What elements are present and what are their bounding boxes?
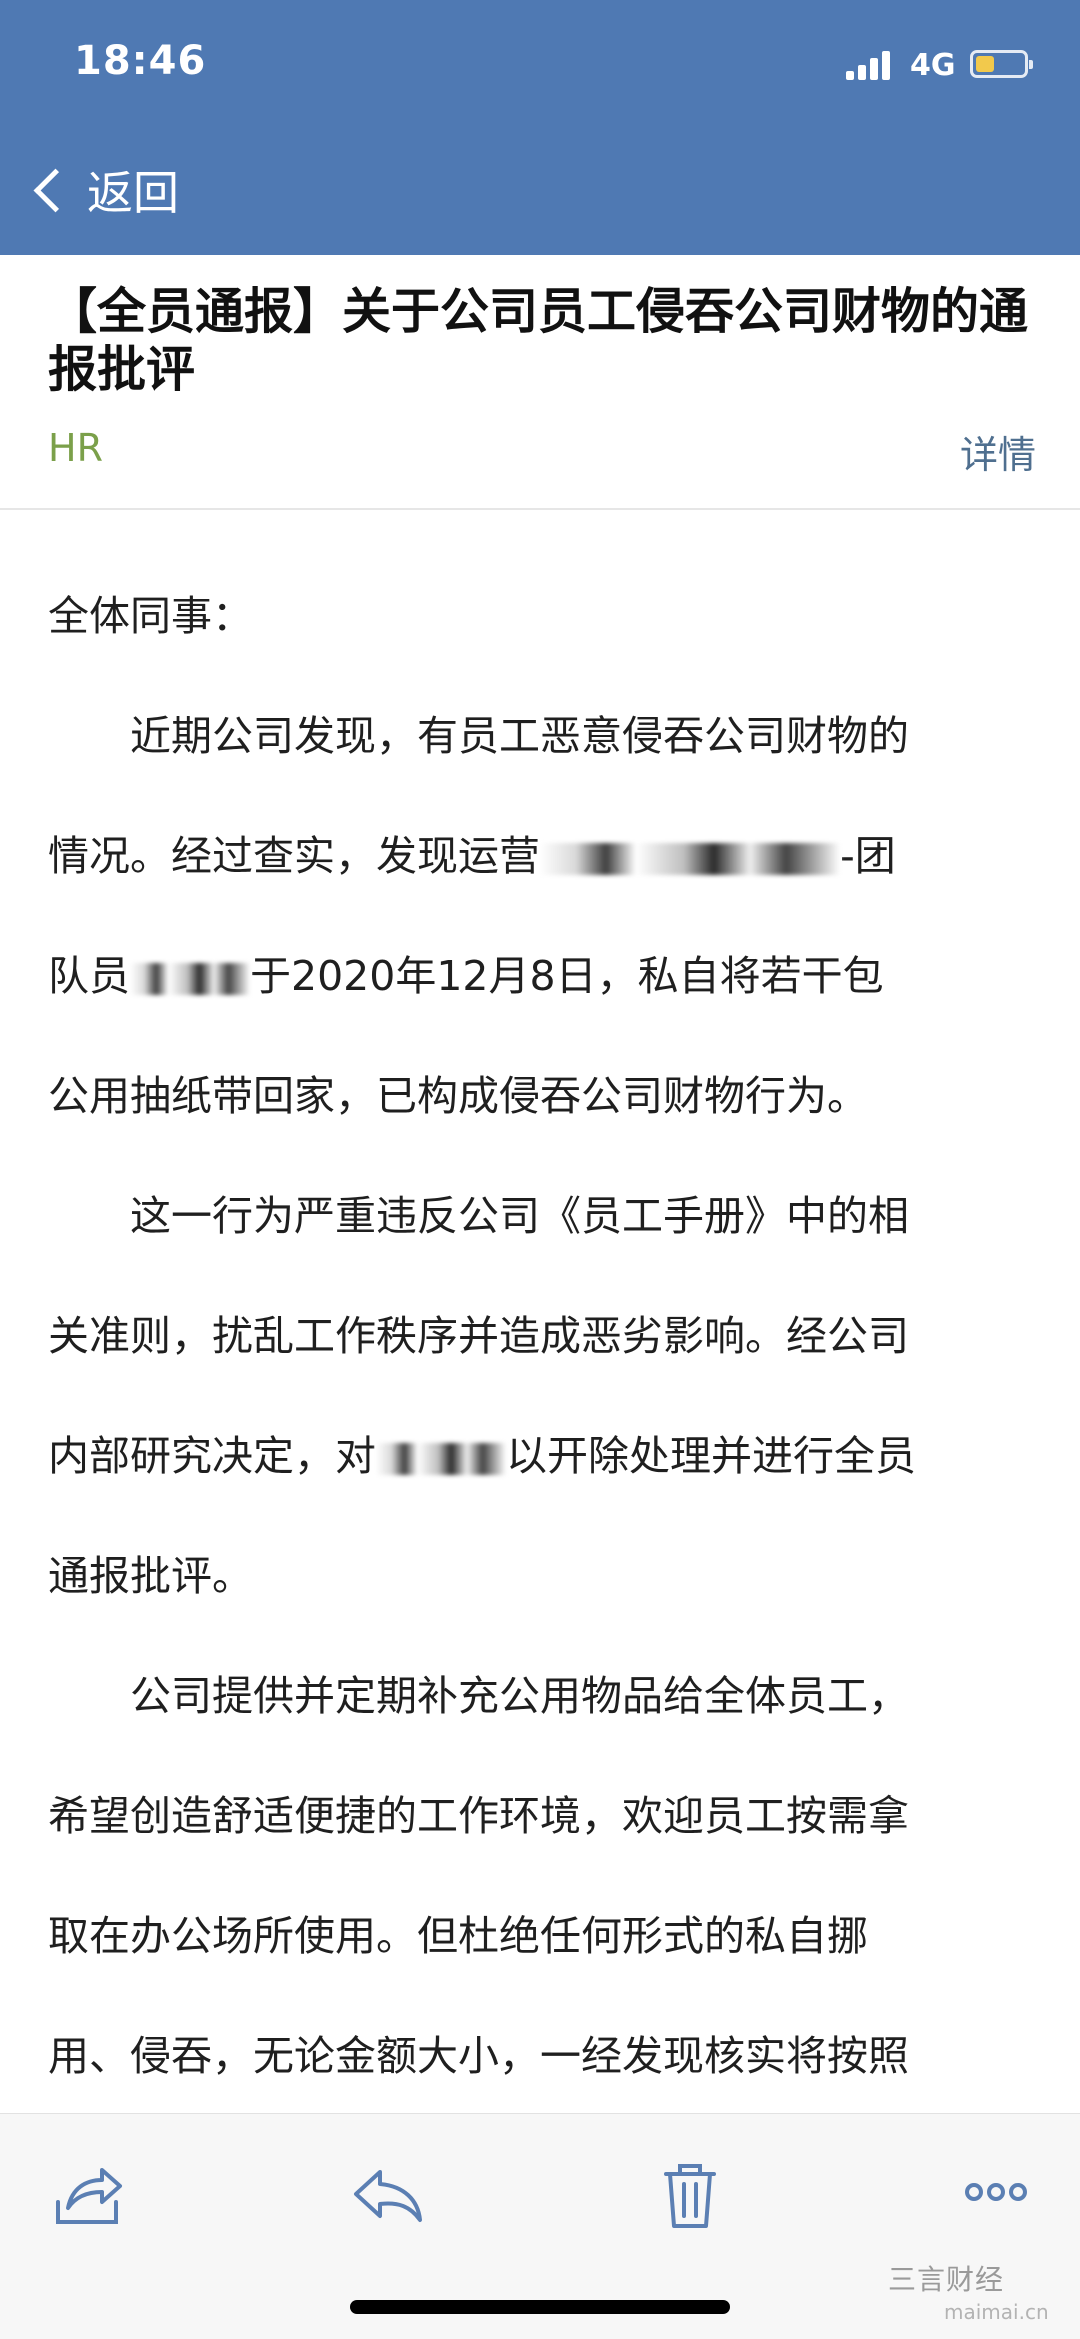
forward-icon[interactable] — [38, 2144, 134, 2240]
network-type: 4G — [910, 48, 956, 83]
home-indicator[interactable] — [350, 2300, 730, 2314]
body-text: 于2020年12月8日，私自将若干包 — [250, 952, 884, 1000]
body-text: 情况。经过查实，发现运营 — [48, 832, 540, 880]
divider — [0, 508, 1080, 510]
body-line: 关准则，扰乱工作秩序并造成恶劣影响。经公司 — [48, 1312, 909, 1360]
body-line: 队员 于2020年12月8日，私自将若干包 — [48, 916, 1048, 1036]
body-text: 以开除处理并进行全员 — [506, 1432, 916, 1480]
body-text: 内部研究决定，对 — [48, 1432, 376, 1480]
body-line: 取在办公场所使用。但杜绝任何形式的私自挪 — [48, 1912, 868, 1960]
trash-icon[interactable] — [642, 2144, 738, 2240]
back-label: 返回 — [87, 166, 179, 220]
back-button[interactable]: 返回 — [28, 155, 179, 225]
redacted-block — [540, 843, 840, 875]
watermark-sub-text: maimai.cn — [944, 2300, 1049, 2324]
body-line: 公司提供并定期补充公用物品给全体员工， — [130, 1672, 909, 1720]
body-line: 情况。经过查实，发现运营 -团 — [48, 796, 1048, 916]
signal-icon — [846, 50, 896, 80]
email-body: 全体同事： 近期公司发现，有员工恶意侵吞公司财物的 情况。经过查实，发现运营 -团… — [48, 556, 1048, 2116]
app-header: 18:46 4G 返回 — [0, 0, 1080, 255]
body-line: 用、侵吞，无论金额大小，一经发现核实将按照 — [48, 2032, 909, 2080]
more-icon[interactable] — [948, 2144, 1044, 2240]
redacted-block — [376, 1443, 506, 1475]
body-line: 这一行为严重违反公司《员工手册》中的相 — [130, 1192, 909, 1240]
watermark-logo-text: 三言财经 — [888, 2263, 1005, 2296]
email-detail-screen: 18:46 4G 返回 【全员通报】关于公司员工侵吞公司财物的通报批评 HR 详… — [0, 0, 1080, 2339]
chevron-left-icon — [33, 168, 78, 212]
reply-icon[interactable] — [340, 2144, 436, 2240]
body-line: 通报批评。 — [48, 1552, 253, 1600]
details-link[interactable]: 详情 — [960, 424, 1036, 479]
body-text: -团 — [840, 832, 896, 880]
redacted-block — [130, 963, 250, 995]
body-line: 内部研究决定，对 以开除处理并进行全员 — [48, 1396, 1048, 1516]
body-greeting: 全体同事： — [48, 592, 253, 640]
email-sender[interactable]: HR — [48, 426, 103, 470]
body-text: 队员 — [48, 952, 130, 1000]
body-line: 希望创造舒适便捷的工作环境，欢迎员工按需拿 — [48, 1792, 909, 1840]
body-line: 近期公司发现，有员工恶意侵吞公司财物的 — [130, 712, 909, 760]
email-title: 【全员通报】关于公司员工侵吞公司财物的通报批评 — [48, 283, 1029, 398]
status-time: 18:46 — [74, 38, 207, 84]
battery-icon — [970, 50, 1033, 78]
body-line: 公用抽纸带回家，已构成侵吞公司财物行为。 — [48, 1072, 868, 1120]
